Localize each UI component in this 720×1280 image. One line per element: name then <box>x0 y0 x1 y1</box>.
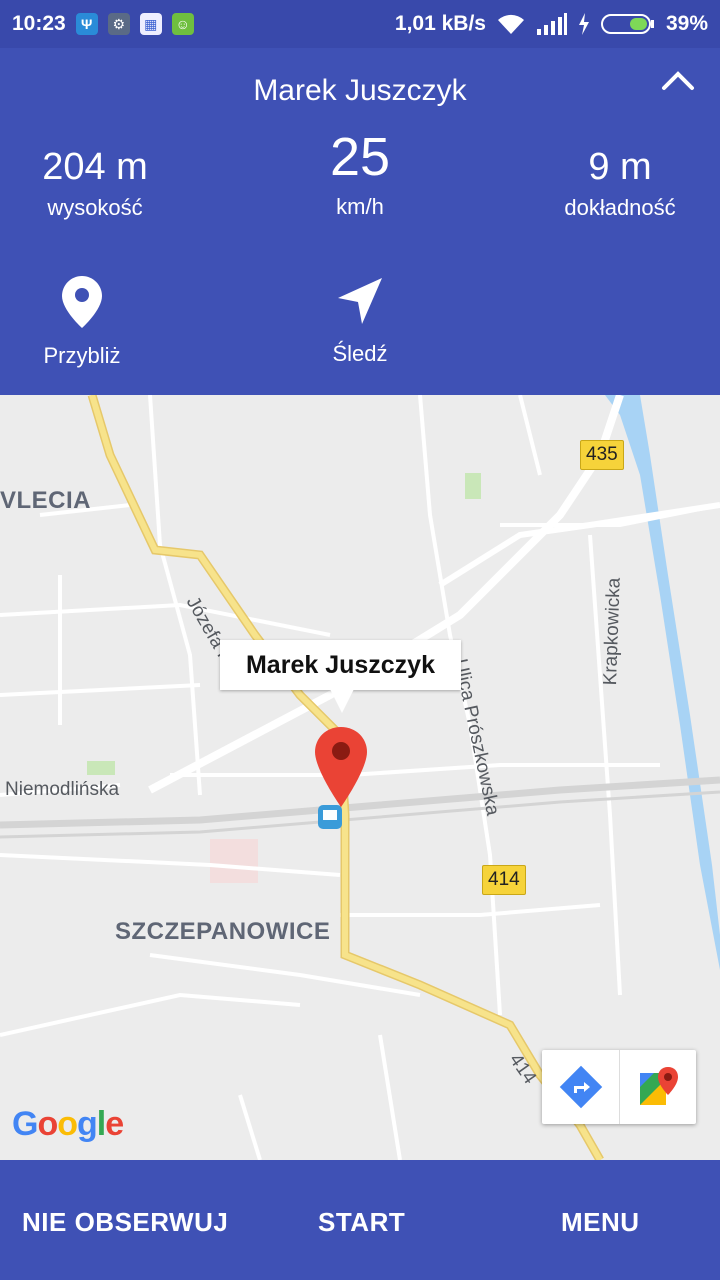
menu-button[interactable]: MENU <box>561 1207 640 1238</box>
map-label-street-niemodlinska: Niemodlińska <box>5 779 120 800</box>
follow-action[interactable]: Śledź <box>280 276 440 367</box>
unfollow-button[interactable]: NIE OBSERWUJ <box>22 1207 228 1238</box>
map-view[interactable]: VLECIA SZCZEPANOWICE Józefa H Niemodlińs… <box>0 395 720 1160</box>
wifi-icon <box>497 14 524 34</box>
speed-value: 25 <box>329 127 391 187</box>
zoom-in-label: Przybliż <box>43 343 121 368</box>
network-speed: 1,01 kB/s <box>394 12 486 35</box>
altitude-value: 204 m <box>42 146 148 188</box>
signal-icon <box>536 13 567 35</box>
map-label-street-krapkowicka: Krapkowicka <box>600 577 625 686</box>
bottom-action-bar: NIE OBSERWUJ START MENU <box>0 1160 720 1280</box>
google-maps-icon <box>640 1067 678 1105</box>
altitude-label: wysokość <box>47 195 143 220</box>
usb-icon: Ψ <box>75 13 98 35</box>
navigation-arrow-icon <box>338 278 382 324</box>
accuracy-value: 9 m <box>588 146 652 188</box>
marker-info-window[interactable]: Marek Juszczyk <box>220 640 461 690</box>
open-in-maps-button[interactable] <box>619 1050 696 1124</box>
android-notification-icon: ☺ <box>171 13 194 35</box>
speed-unit-label: km/h <box>336 194 384 219</box>
battery-percent: 39% <box>665 12 708 35</box>
google-logo: Google <box>12 1105 124 1143</box>
settings-notification-icon: ⚙ <box>107 13 130 35</box>
map-label-district-bottom: SZCZEPANOWICE <box>115 918 331 945</box>
map-marker-icon[interactable] <box>313 725 369 809</box>
charging-icon <box>578 13 589 35</box>
directions-icon <box>559 1065 602 1109</box>
battery-icon <box>600 14 654 34</box>
collapse-chevron-icon[interactable] <box>658 62 698 102</box>
info-window-pointer <box>330 689 354 713</box>
tracking-header: Marek Juszczyk 204 m wysokość 25 km/h 9 … <box>0 48 720 395</box>
map-toolbar <box>542 1050 696 1124</box>
speed-stat: 25 km/h <box>280 126 440 220</box>
directions-button[interactable] <box>542 1050 619 1124</box>
location-pin-icon <box>62 276 102 328</box>
altitude-stat: 204 m wysokość <box>20 146 170 221</box>
road-shield-414: 414 <box>482 865 526 895</box>
road-shield-435: 435 <box>580 440 624 470</box>
status-time: 10:23 <box>12 12 66 35</box>
start-button[interactable]: START <box>318 1207 405 1238</box>
follow-label: Śledź <box>332 341 388 366</box>
map-label-district-top: VLECIA <box>0 487 92 514</box>
calendar-notification-icon: ▦ <box>139 13 162 35</box>
accuracy-label: dokładność <box>564 195 676 220</box>
tracked-person-name: Marek Juszczyk <box>253 74 467 107</box>
zoom-in-action[interactable]: Przybliż <box>2 276 162 369</box>
accuracy-stat: 9 m dokładność <box>540 146 700 221</box>
status-bar: 10:23 Ψ ⚙ ▦ ☺ 1,01 kB/s 39% <box>0 0 720 48</box>
